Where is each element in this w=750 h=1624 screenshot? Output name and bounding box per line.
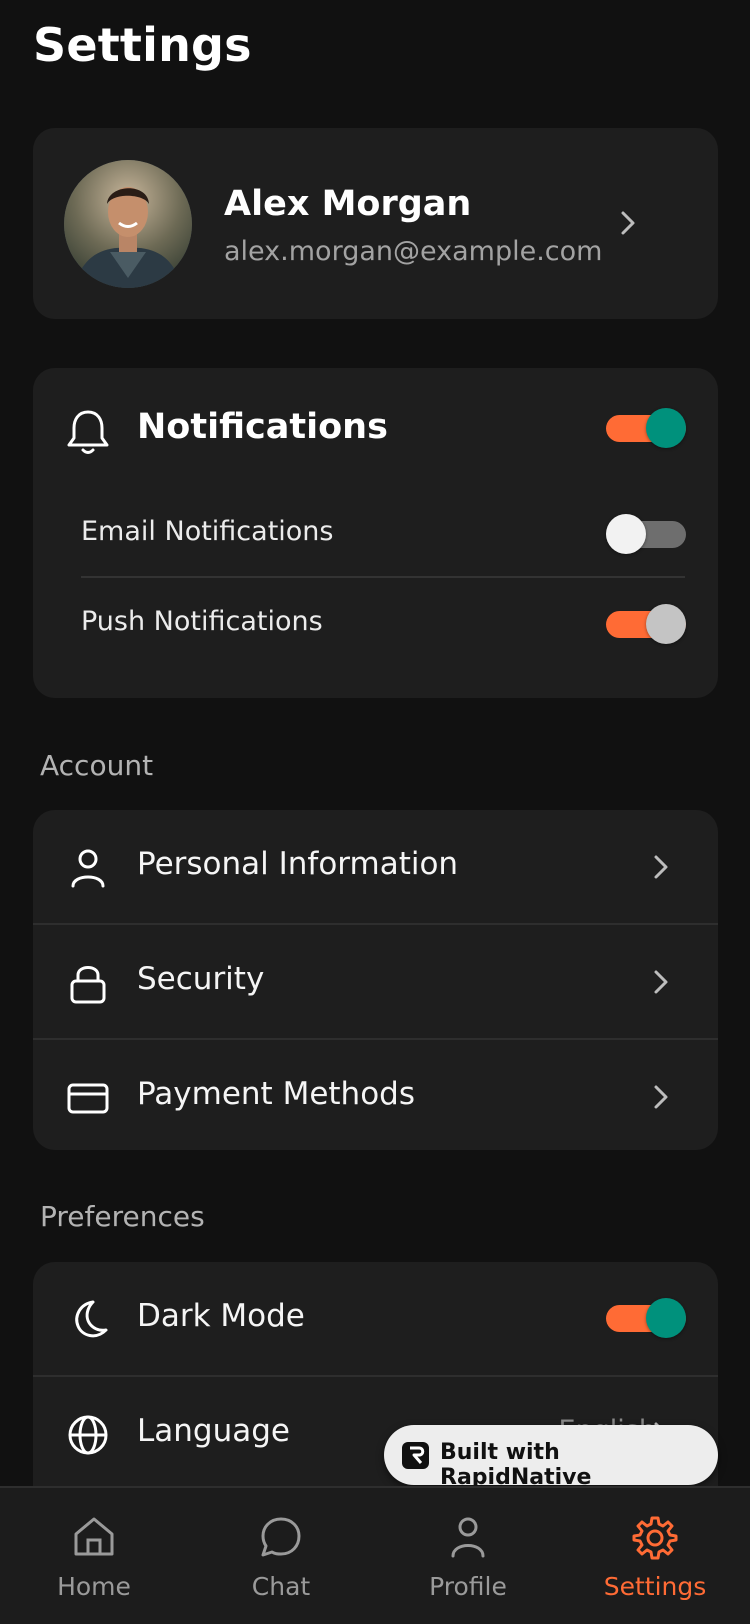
avatar [64, 160, 192, 288]
account-card: Personal Information Security Payment Me… [33, 810, 718, 1150]
row-payment-methods[interactable]: Payment Methods [33, 1040, 718, 1153]
chevron-right-icon [646, 852, 676, 882]
tab-bar: Home Chat Profile Settings [0, 1486, 750, 1624]
profile-name: Alex Morgan [224, 184, 472, 224]
row-label: Dark Mode [137, 1298, 305, 1334]
badge-text: Built with RapidNative [440, 1440, 592, 1490]
row-label: Security [137, 961, 265, 997]
row-label: Language [137, 1413, 290, 1449]
email-notifications-label: Email Notifications [81, 516, 334, 547]
credit-card-icon [66, 1076, 110, 1120]
chevron-right-icon [613, 208, 643, 238]
row-personal-information[interactable]: Personal Information [33, 810, 718, 923]
user-icon [66, 846, 110, 890]
tab-label: Settings [603, 1572, 707, 1601]
tab-profile[interactable]: Profile [393, 1488, 543, 1624]
settings-screen: Settings Alex Morgan alex.morgan@example… [0, 0, 750, 1624]
bell-icon [66, 408, 110, 456]
notifications-card: Notifications Email Notifications Push N… [33, 368, 718, 698]
dark-mode-toggle[interactable] [606, 1298, 686, 1338]
chevron-right-icon [646, 967, 676, 997]
home-icon [71, 1514, 117, 1560]
row-security[interactable]: Security [33, 925, 718, 1038]
tab-home[interactable]: Home [19, 1488, 169, 1624]
profile-card[interactable]: Alex Morgan alex.morgan@example.com [33, 128, 718, 319]
lock-icon [66, 961, 110, 1005]
built-with-badge[interactable]: Built with RapidNative [384, 1425, 718, 1490]
chevron-right-icon [646, 1082, 676, 1112]
notifications-master-toggle[interactable] [606, 408, 686, 448]
email-notifications-toggle[interactable] [606, 514, 686, 554]
chat-icon [258, 1514, 304, 1560]
row-dark-mode: Dark Mode [33, 1262, 718, 1375]
row-label: Payment Methods [137, 1076, 415, 1112]
notifications-title: Notifications [137, 407, 388, 447]
page-title: Settings [33, 18, 252, 72]
row-label: Personal Information [137, 846, 459, 882]
tab-chat[interactable]: Chat [206, 1488, 356, 1624]
profile-email: alex.morgan@example.com [224, 236, 603, 267]
moon-icon [66, 1298, 110, 1342]
gear-icon [632, 1514, 678, 1560]
tab-label: Home [57, 1572, 131, 1601]
divider [81, 576, 685, 578]
push-notifications-label: Push Notifications [81, 606, 323, 637]
profile-icon [445, 1514, 491, 1560]
tab-label: Profile [429, 1572, 507, 1601]
globe-icon [66, 1413, 110, 1457]
section-label-account: Account [40, 749, 154, 782]
tab-label: Chat [251, 1572, 311, 1601]
rapidnative-logo-icon [402, 1442, 429, 1469]
tab-settings[interactable]: Settings [580, 1488, 730, 1624]
push-notifications-toggle[interactable] [606, 604, 686, 644]
section-label-preferences: Preferences [40, 1200, 205, 1233]
